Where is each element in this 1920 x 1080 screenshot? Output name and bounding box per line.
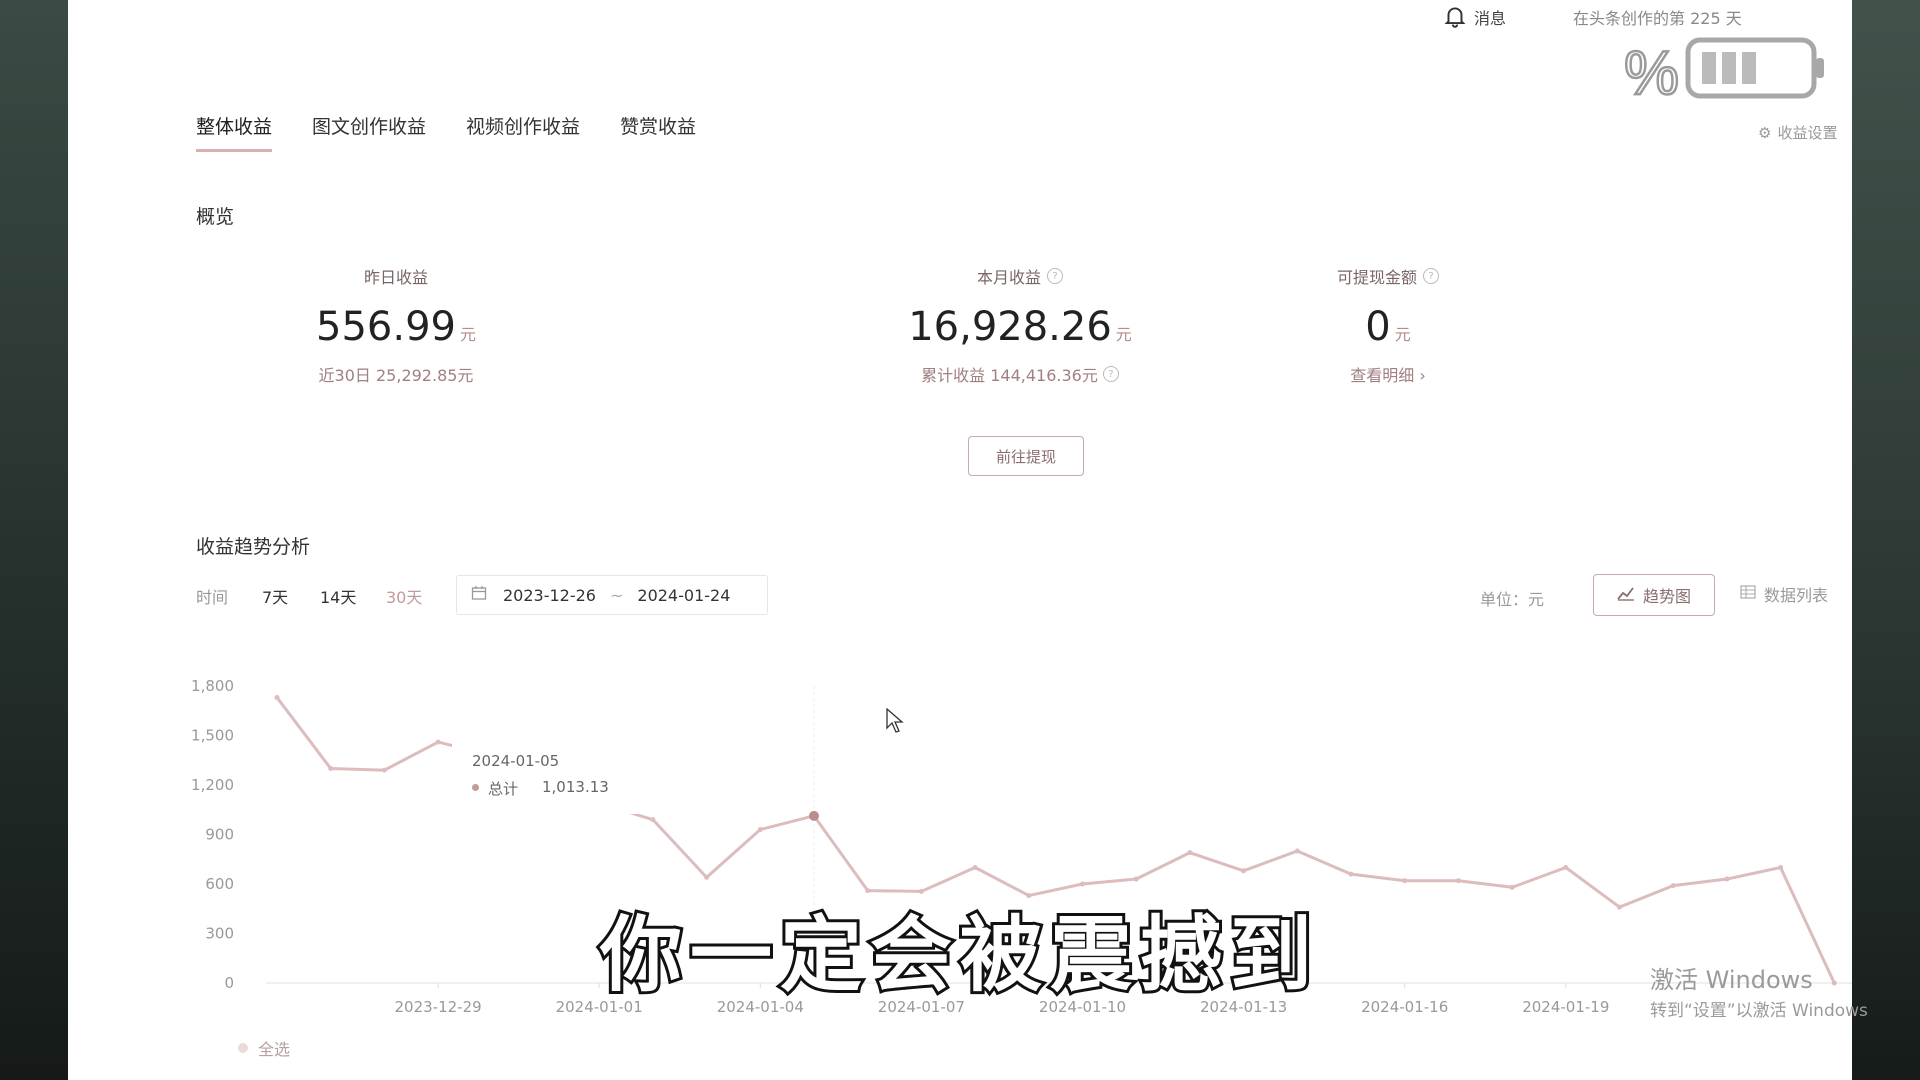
y-tick-label: 900 [205, 826, 234, 844]
data-point [1294, 848, 1300, 854]
data-point [1133, 876, 1139, 882]
select-all-label: 全选 [258, 1040, 291, 1059]
chart-tooltip: 2024-01-05 总计 1,013.13 [452, 744, 712, 814]
select-all-toggle[interactable]: 全选 [238, 1036, 290, 1060]
data-point [1348, 871, 1354, 877]
mouse-cursor-icon [886, 707, 904, 738]
tooltip-series-name: 总计 [488, 780, 519, 798]
data-point [274, 695, 280, 701]
data-point [1080, 881, 1085, 887]
data-point [1455, 878, 1461, 884]
data-point [1241, 868, 1247, 874]
data-point [704, 874, 710, 880]
data-point [1724, 876, 1730, 882]
y-tick-label: 1,500 [191, 727, 234, 745]
data-point [1563, 865, 1569, 870]
tooltip-date: 2024-01-05 [472, 752, 560, 770]
video-subtitle: 你一定会被震撼到 [597, 905, 1320, 1006]
data-point [328, 766, 334, 771]
data-point [757, 827, 763, 833]
data-point [650, 817, 656, 823]
activate-windows-watermark: 激活 Windows [1650, 966, 1813, 994]
activate-windows-hint: 转到“设置”以激活 Windows [1650, 1001, 1868, 1021]
data-point [809, 810, 819, 821]
data-point [1402, 878, 1408, 884]
data-point [381, 767, 387, 773]
data-point [1778, 865, 1784, 870]
tooltip-value: 1,013.13 [542, 778, 609, 796]
checkbox-icon [238, 1043, 248, 1053]
y-tick-label: 1,200 [191, 776, 234, 794]
y-tick-label: 1,800 [191, 677, 234, 695]
data-point [435, 739, 441, 745]
series-dot [472, 784, 479, 791]
data-point [972, 865, 978, 870]
data-point [1187, 850, 1193, 856]
